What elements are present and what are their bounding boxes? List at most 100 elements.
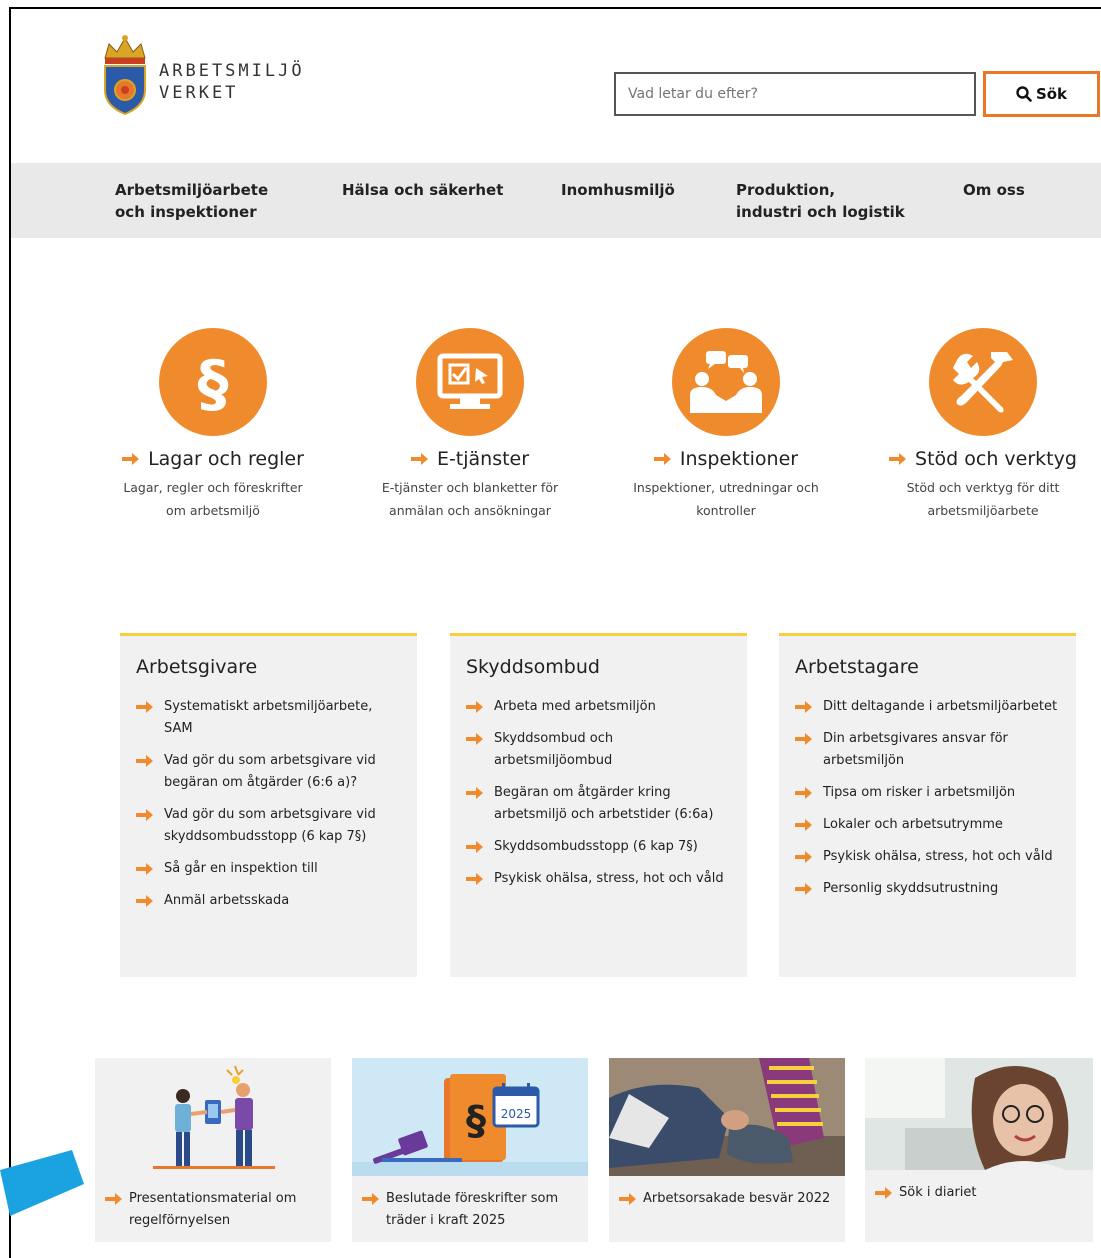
box-link[interactable]: Psykisk ohälsa, stress, hot och våld — [466, 868, 731, 890]
site-logo[interactable]: ARBETSMILJÖ VERKET — [99, 34, 305, 130]
nav-label: Hälsa och säkerhet — [342, 181, 504, 199]
box-title: Skyddsombud — [466, 656, 600, 678]
box-link[interactable]: Vad gör du som arbetsgivare vid skyddsom… — [136, 804, 401, 848]
box-link[interactable]: Psykisk ohälsa, stress, hot och våld — [795, 846, 1060, 868]
quicklink-desc: Stöd och verktyg för ditt — [906, 480, 1060, 495]
box-link[interactable]: Lokaler och arbetsutrymme — [795, 814, 1060, 836]
quicklink-desc: arbetsmiljöarbete — [927, 503, 1039, 518]
quicklink-desc: kontroller — [696, 503, 756, 518]
quicklink-desc: anmälan och ansökningar — [389, 503, 551, 518]
logo-line-1: ARBETSMILJÖ — [159, 61, 305, 81]
arrow-right-icon — [136, 701, 153, 713]
quicklink-etjanster[interactable]: E-tjänster E-tjänster och blanketter för… — [350, 328, 590, 522]
nav-label: och inspektioner — [115, 203, 257, 221]
arrow-right-icon — [466, 873, 483, 885]
nav-item-produktion[interactable]: Produktion, industri och logistik — [736, 179, 905, 223]
paragraph-icon: § — [159, 328, 267, 436]
box-link[interactable]: Vad gör du som arbetsgivare vid begäran … — [136, 750, 401, 794]
arrow-right-icon — [136, 863, 153, 875]
card-arbetsorsakade-besvar[interactable]: Arbetsorsakade besvär 2022 — [609, 1058, 845, 1242]
card-beslutade-foreskrifter[interactable]: § 2025 Beslutade föreskrifter som träder… — [352, 1058, 588, 1242]
box-link-label: Begäran om åtgärder kring arbetsmiljö oc… — [494, 785, 714, 822]
box-link[interactable]: Din arbetsgivares ansvar för arbetsmiljö… — [795, 728, 1060, 772]
arrow-right-icon — [795, 787, 812, 799]
person-photo — [609, 1058, 845, 1176]
arrow-right-icon — [795, 851, 812, 863]
quicklink-title: Stöd och verktyg — [915, 448, 1077, 470]
arrow-right-icon — [105, 1193, 122, 1205]
box-link[interactable]: Systematiskt arbetsmiljöarbete, SAM — [136, 696, 401, 740]
nav-item-om-oss[interactable]: Om oss — [963, 179, 1025, 201]
people-chat-icon — [672, 328, 780, 436]
box-link-label: Anmäl arbetsskada — [164, 893, 290, 908]
quicklink-title: Lagar och regler — [148, 448, 304, 470]
crown-shield-icon — [104, 35, 146, 116]
quicklink-title: Inspektioner — [679, 448, 799, 470]
arrow-right-icon — [653, 453, 671, 465]
box-skyddsombud: Skyddsombud Arbeta med arbetsmiljön Skyd… — [450, 633, 747, 977]
box-link-label: Så går en inspektion till — [164, 861, 318, 876]
box-link[interactable]: Personlig skyddsutrustning — [795, 878, 1060, 900]
nav-label: Inomhusmiljö — [561, 181, 675, 199]
arrow-right-icon — [410, 453, 428, 465]
card-presentationsmaterial[interactable]: Presentationsmaterial om regelförnyelsen — [95, 1058, 331, 1242]
quicklink-desc: om arbetsmiljö — [166, 503, 260, 518]
box-link-label: Lokaler och arbetsutrymme — [823, 817, 1003, 832]
arrow-right-icon — [466, 733, 483, 745]
nav-item-inomhusmiljo[interactable]: Inomhusmiljö — [561, 179, 675, 201]
quicklink-desc: Lagar, regler och föreskrifter — [123, 480, 303, 495]
arrow-right-icon — [122, 453, 140, 465]
box-link-label: Arbeta med arbetsmiljön — [494, 699, 656, 714]
box-link[interactable]: Så går en inspektion till — [136, 858, 401, 880]
regulations-illustration: § 2025 — [352, 1058, 588, 1176]
search-input[interactable] — [614, 72, 976, 116]
box-link-label: Personlig skyddsutrustning — [823, 881, 999, 896]
quicklink-inspektioner[interactable]: Inspektioner Inspektioner, utredningar o… — [606, 328, 846, 522]
woman-photo — [865, 1058, 1093, 1170]
box-link-label: Skyddsombudsstopp (6 kap 7§) — [494, 839, 698, 854]
box-link[interactable]: Tipsa om risker i arbetsmiljön — [795, 782, 1060, 804]
arrow-right-icon — [889, 453, 907, 465]
nav-label: Arbetsmiljöarbete — [115, 181, 269, 199]
box-arbetsgivare: Arbetsgivare Systematiskt arbetsmiljöarb… — [120, 633, 417, 977]
arrow-right-icon — [466, 787, 483, 799]
box-link-label: Din arbetsgivares ansvar för arbetsmiljö… — [823, 731, 1008, 768]
arrow-right-icon — [466, 701, 483, 713]
box-link-label: Vad gör du som arbetsgivare vid skyddsom… — [164, 807, 376, 844]
search-icon — [1016, 86, 1032, 102]
arrow-right-icon — [136, 755, 153, 767]
nav-label: Om oss — [963, 181, 1025, 199]
arrow-right-icon — [795, 701, 812, 713]
main-nav: Arbetsmiljöarbete och inspektioner Hälsa… — [11, 163, 1101, 238]
calendar-year-text: 2025 — [501, 1107, 532, 1121]
presentation-illustration — [95, 1058, 331, 1176]
box-link[interactable]: Arbeta med arbetsmiljön — [466, 696, 731, 718]
card-label: Presentationsmaterial om regelförnyelsen — [129, 1191, 297, 1228]
box-link-label: Tipsa om risker i arbetsmiljön — [823, 785, 1016, 800]
box-link-label: Psykisk ohälsa, stress, hot och våld — [823, 849, 1053, 864]
box-link[interactable]: Skyddsombud och arbetsmiljöombud — [466, 728, 731, 772]
search-button-label: Sök — [1035, 85, 1068, 103]
arrow-right-icon — [795, 883, 812, 895]
card-label: Sök i diariet — [899, 1185, 977, 1200]
svg-text:§: § — [198, 347, 229, 417]
box-arbetstagare: Arbetstagare Ditt deltagande i arbetsmil… — [779, 633, 1076, 977]
quicklink-lagar[interactable]: § Lagar och regler Lagar, regler och för… — [93, 328, 333, 522]
box-link[interactable]: Skyddsombudsstopp (6 kap 7§) — [466, 836, 731, 858]
nav-label: Produktion, — [736, 181, 836, 199]
box-link[interactable]: Ditt deltagande i arbetsmiljöarbetet — [795, 696, 1060, 718]
arrow-right-icon — [795, 819, 812, 831]
computer-icon — [416, 328, 524, 436]
arrow-right-icon — [619, 1193, 636, 1205]
arrow-right-icon — [466, 841, 483, 853]
card-sok-i-diariet[interactable]: Sök i diariet — [865, 1058, 1093, 1242]
quicklink-stod[interactable]: Stöd och verktyg Stöd och verktyg för di… — [863, 328, 1101, 522]
quicklink-desc: E-tjänster och blanketter för — [381, 480, 559, 495]
arrow-right-icon — [136, 895, 153, 907]
nav-item-halsa[interactable]: Hälsa och säkerhet — [342, 179, 503, 201]
nav-item-arbetsmiljoarbete[interactable]: Arbetsmiljöarbete och inspektioner — [115, 179, 268, 223]
search-button[interactable]: Sök — [983, 71, 1100, 117]
box-link[interactable]: Begäran om åtgärder kring arbetsmiljö oc… — [466, 782, 731, 826]
box-link[interactable]: Anmäl arbetsskada — [136, 890, 401, 912]
card-label: Arbetsorsakade besvär 2022 — [643, 1191, 831, 1206]
